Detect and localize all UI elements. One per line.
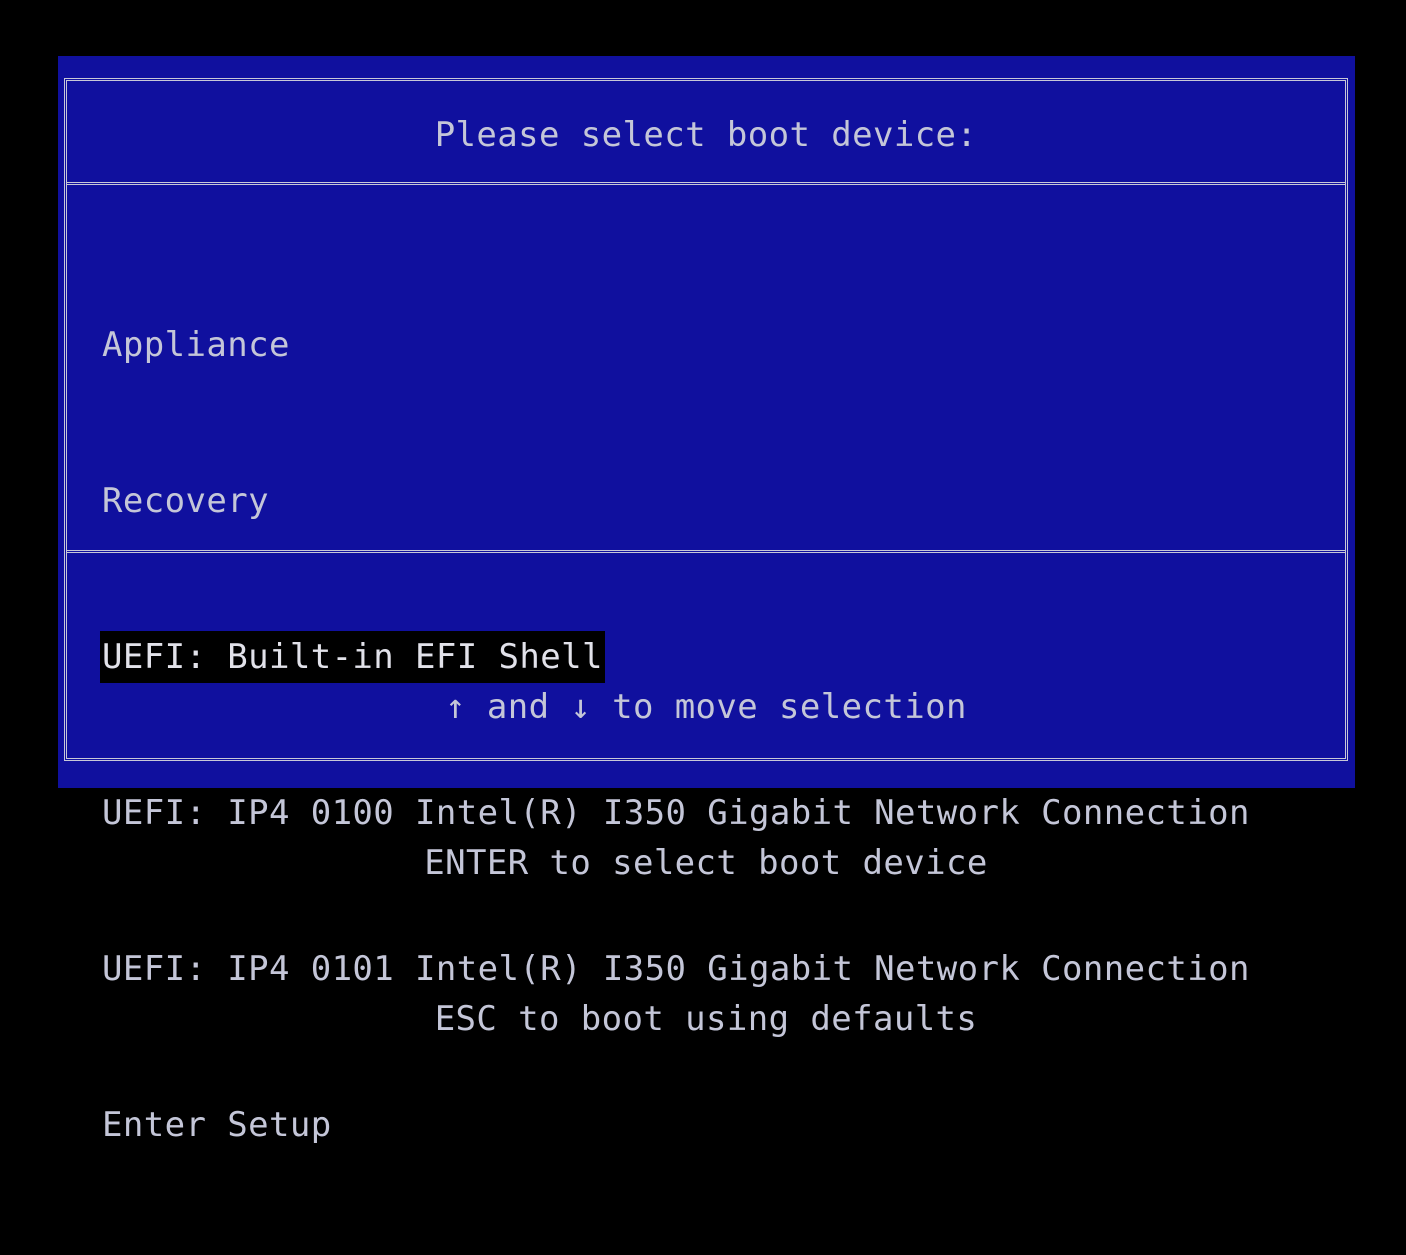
boot-screen: Please select boot device: Appliance Rec… bbox=[0, 0, 1406, 1145]
boot-menu-title: Please select boot device: bbox=[434, 115, 978, 155]
boot-option-label: Recovery bbox=[102, 481, 269, 521]
boot-menu-frame: Please select boot device: Appliance Rec… bbox=[64, 78, 1348, 1145]
boot-option-recovery[interactable]: Recovery bbox=[100, 475, 1252, 527]
help-line-enter: ENTER to select boot device bbox=[424, 843, 988, 883]
title-divider bbox=[67, 182, 1345, 185]
help-divider bbox=[67, 550, 1345, 553]
help-line-escape: ESC to boot using defaults bbox=[434, 999, 978, 1039]
help-text: ↑ and ↓ to move selection ENTER to selec… bbox=[67, 577, 1345, 1149]
boot-option-label: Appliance bbox=[102, 325, 290, 365]
help-line-navigation: ↑ and ↓ to move selection bbox=[445, 687, 967, 727]
boot-menu-panel: Please select boot device: Appliance Rec… bbox=[58, 56, 1355, 1145]
boot-option-appliance[interactable]: Appliance bbox=[100, 319, 1252, 371]
